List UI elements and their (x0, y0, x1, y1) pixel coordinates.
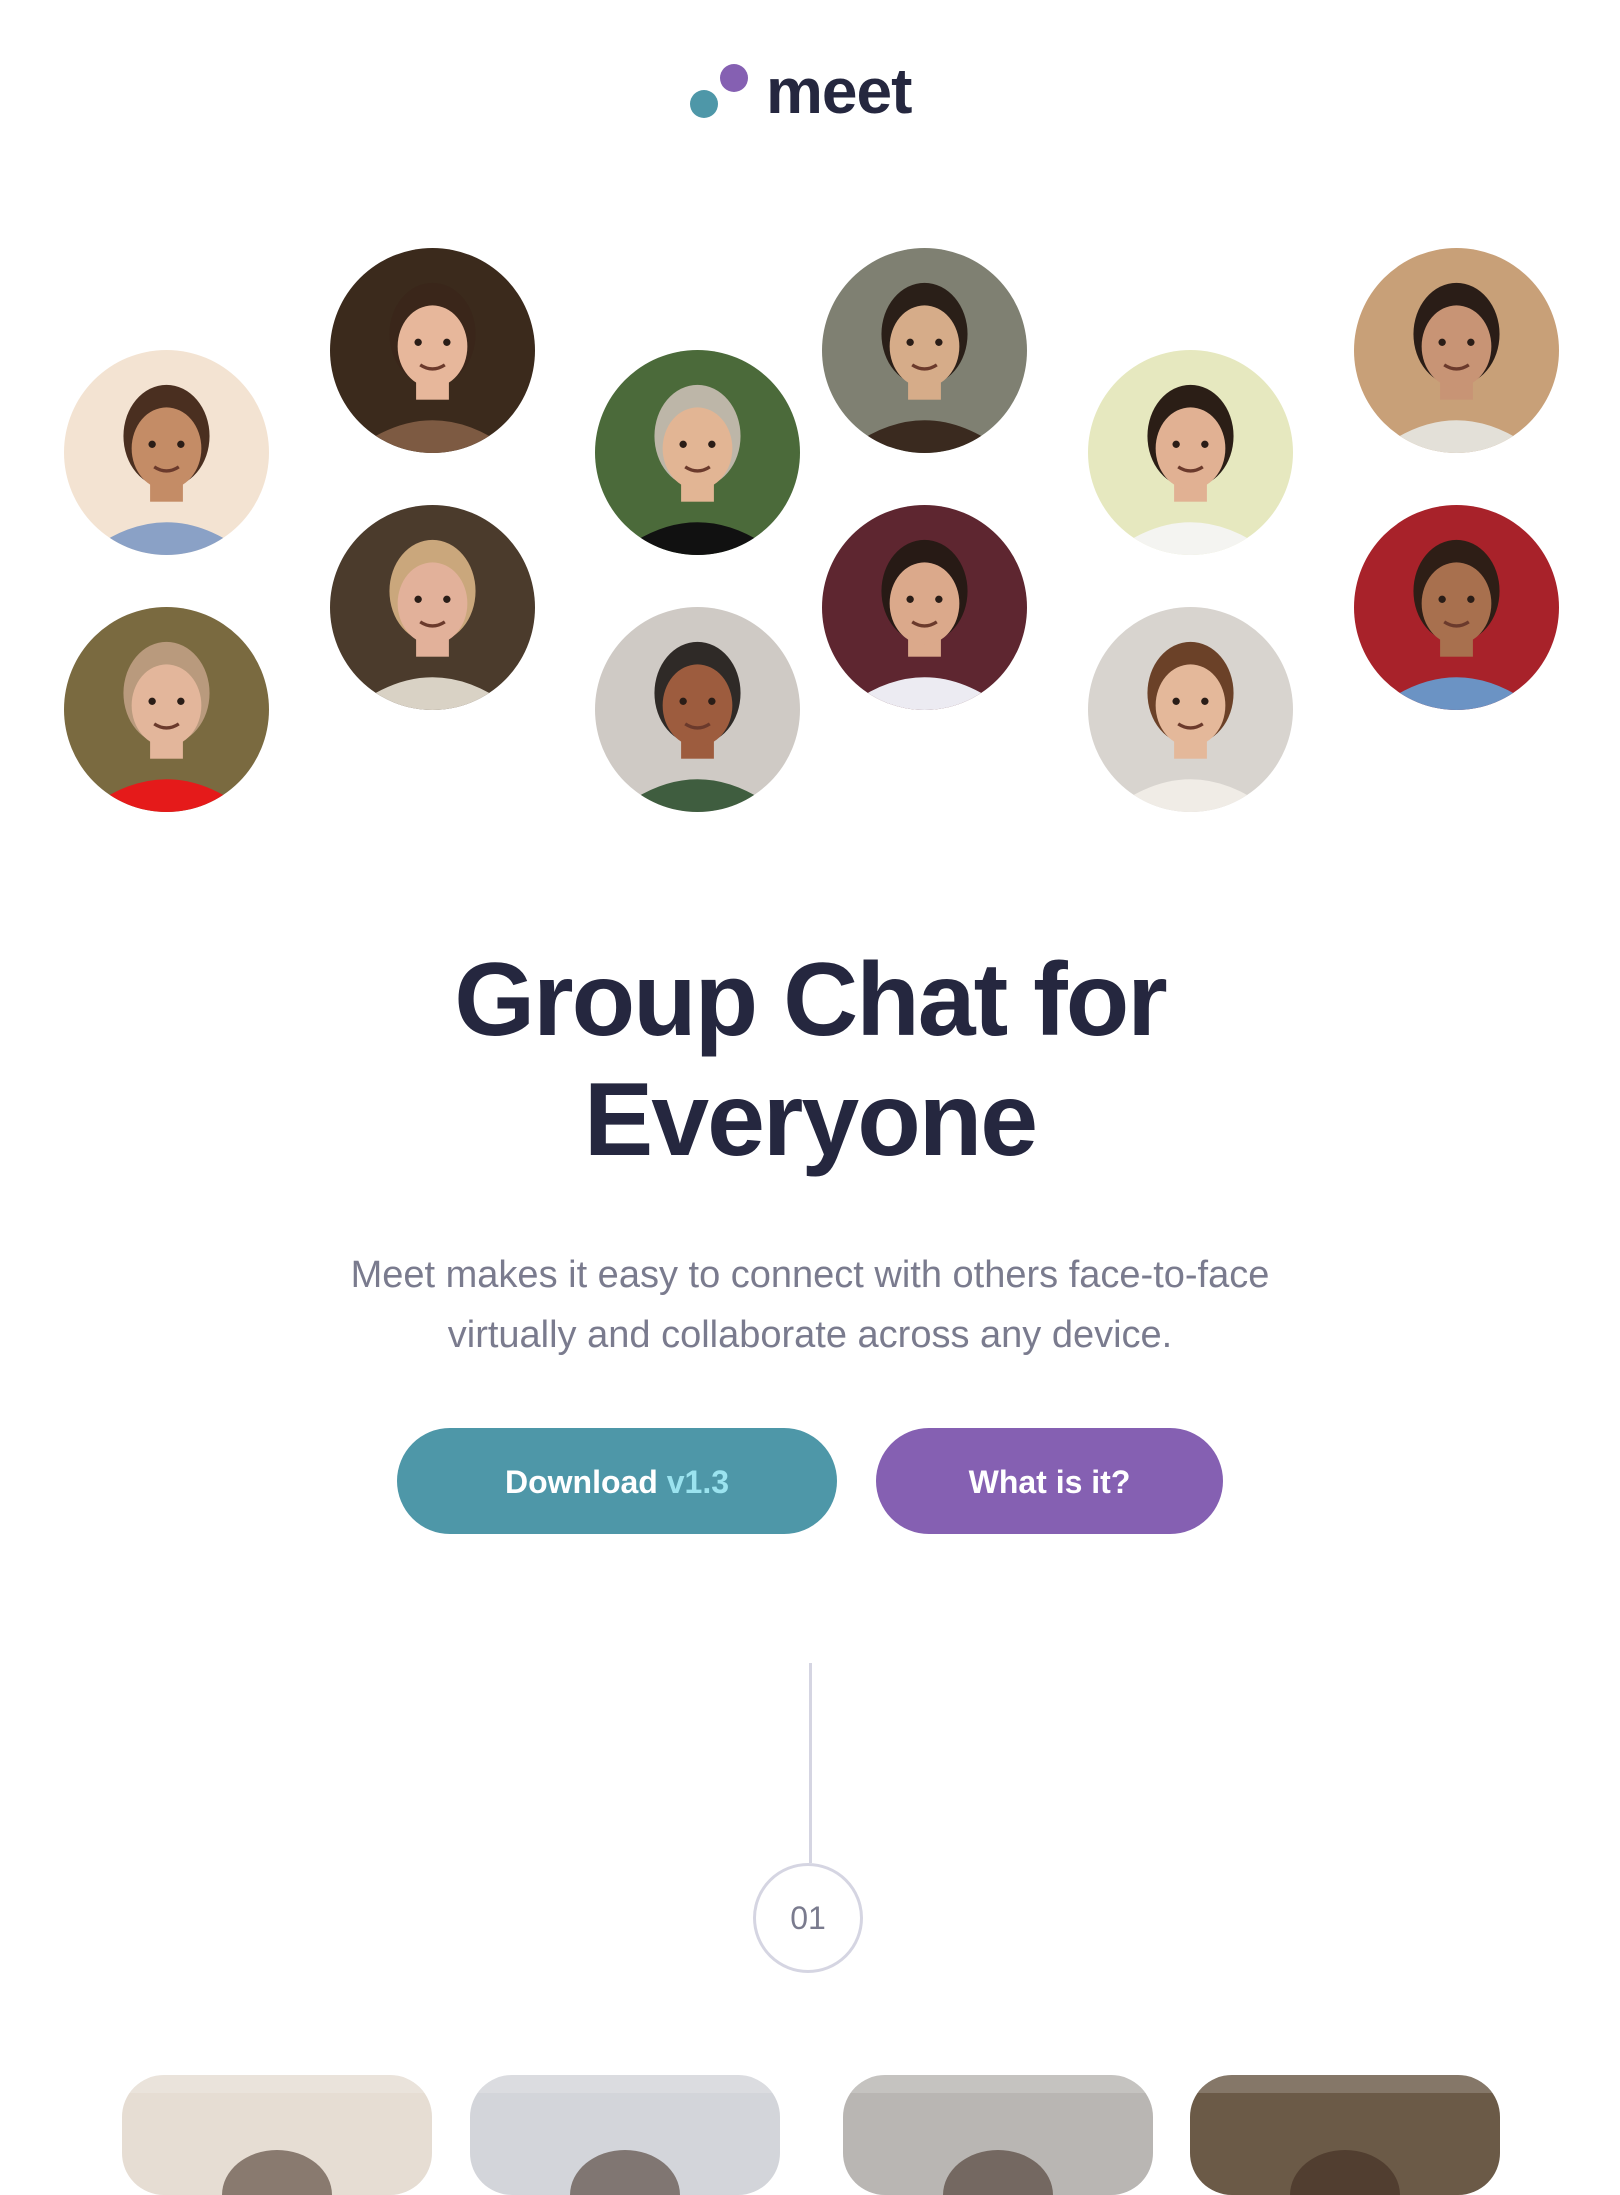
what-is-it-button[interactable]: What is it? (876, 1428, 1223, 1534)
logo-wordmark: meet (766, 55, 912, 127)
avatar-1 (64, 350, 269, 555)
avatar-portrait (822, 248, 1027, 453)
card-image (843, 2075, 1153, 2195)
hero-headline-line-1: Group Chat for (454, 942, 1167, 1058)
avatar-portrait (330, 505, 535, 710)
avatar-portrait (64, 350, 269, 555)
avatar-portrait (64, 607, 269, 812)
avatar-portrait (595, 607, 800, 812)
card-2[interactable] (470, 2075, 780, 2195)
avatar-portrait (1354, 248, 1559, 453)
avatar-5 (1088, 350, 1293, 555)
card-image (122, 2075, 432, 2195)
avatar-8 (330, 505, 535, 710)
logo[interactable]: meet (690, 56, 940, 130)
card-4[interactable] (1190, 2075, 1500, 2195)
avatar-11 (1088, 607, 1293, 812)
avatar-portrait (1354, 505, 1559, 710)
avatar-portrait (595, 350, 800, 555)
avatar-12 (1354, 505, 1559, 710)
avatar-4 (822, 248, 1027, 453)
avatar-7 (64, 607, 269, 812)
card-3[interactable] (843, 2075, 1153, 2195)
avatar-3 (595, 350, 800, 555)
hero-subtitle: Meet makes it easy to connect with other… (350, 1254, 1270, 1356)
step-connector-line (809, 1663, 812, 1863)
avatar-portrait (1088, 607, 1293, 812)
card-image (1190, 2075, 1500, 2195)
download-version-label: v1.3 (666, 1464, 730, 1500)
card-1[interactable] (122, 2075, 432, 2195)
card-image (470, 2075, 780, 2195)
avatar-9 (595, 607, 800, 812)
logo-dot-purple (720, 64, 748, 92)
avatar-2 (330, 248, 535, 453)
hero-headline: Group Chat for Everyone (0, 940, 1620, 1180)
avatar-10 (822, 505, 1027, 710)
logo-dot-teal (690, 90, 718, 118)
avatar-portrait (330, 248, 535, 453)
download-button[interactable]: Download v1.3 (397, 1428, 837, 1534)
avatar-portrait (822, 505, 1027, 710)
avatar-6 (1354, 248, 1559, 453)
download-button-label: Download (504, 1464, 658, 1500)
hero-headline-line-2: Everyone (583, 1062, 1038, 1178)
avatar-portrait (1088, 350, 1293, 555)
step-number-badge: 01 (753, 1863, 863, 1973)
